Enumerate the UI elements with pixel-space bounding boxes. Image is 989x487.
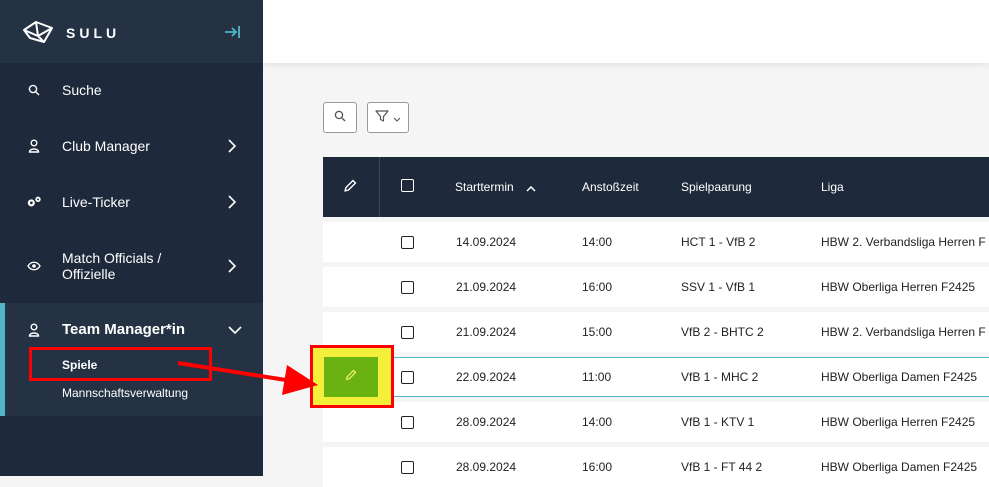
table-row[interactable]: 14.09.2024 14:00 HCT 1 - VfB 2 HBW 2. Ve… xyxy=(323,222,989,262)
row-checkbox[interactable] xyxy=(401,326,414,339)
cell-starttermin: 22.09.2024 xyxy=(456,370,517,384)
sidebar-item-label: Live-Ticker xyxy=(62,194,130,210)
cell-anstosszeit: 11:00 xyxy=(582,370,612,384)
cell-spielpaarung: VfB 1 - FT 44 2 xyxy=(681,460,763,474)
collapse-sidebar-icon[interactable] xyxy=(223,23,241,44)
cell-anstosszeit: 14:00 xyxy=(582,235,613,249)
eye-icon xyxy=(26,258,42,274)
table-row[interactable]: 28.09.2024 14:00 VfB 1 - KTV 1 HBW Oberl… xyxy=(323,402,989,442)
search-button[interactable] xyxy=(323,102,357,133)
cell-liga: HBW 2. Verbandsliga Herren F xyxy=(821,235,986,249)
cell-liga: HBW 2. Verbandsliga Herren F xyxy=(821,325,986,339)
row-checkbox[interactable] xyxy=(401,416,414,429)
cell-anstosszeit: 15:00 xyxy=(582,325,613,339)
select-all-checkbox[interactable] xyxy=(401,179,414,192)
cell-anstosszeit: 16:00 xyxy=(582,460,613,474)
cell-starttermin: 21.09.2024 xyxy=(456,280,517,294)
sidebar-item-label: Team Manager*in xyxy=(62,321,186,338)
chevron-right-icon xyxy=(228,258,238,274)
chevron-down-icon xyxy=(393,109,401,127)
column-header-spielpaarung[interactable]: Spielpaarung xyxy=(681,179,752,195)
cell-spielpaarung: VfB 1 - MHC 2 xyxy=(681,370,759,384)
row-checkbox[interactable] xyxy=(401,236,414,249)
app-name: SULU xyxy=(66,25,121,41)
search-icon xyxy=(26,82,42,98)
logo-bar: SULU xyxy=(0,0,263,63)
table-row-hovered[interactable]: 22.09.2024 11:00 VfB 1 - MHC 2 HBW Oberl… xyxy=(323,357,989,397)
column-header-starttermin[interactable]: Starttermin xyxy=(455,179,536,196)
sidebar-item-live-ticker[interactable]: Live-Ticker xyxy=(0,182,263,222)
cell-anstosszeit: 16:00 xyxy=(582,280,613,294)
cell-liga: HBW Oberliga Herren F2425 xyxy=(821,280,976,294)
user-icon xyxy=(26,138,42,154)
table-row[interactable]: 21.09.2024 15:00 VfB 2 - BHTC 2 HBW 2. V… xyxy=(323,312,989,352)
table-header: Starttermin Anstoßzeit Spielpaarung Liga xyxy=(323,157,989,217)
header-separator xyxy=(379,157,380,217)
cell-anstosszeit: 14:00 xyxy=(582,415,613,429)
row-checkbox[interactable] xyxy=(401,281,414,294)
annotation-box-edit xyxy=(310,345,394,408)
chevron-right-icon xyxy=(228,138,238,154)
cell-liga: HBW Oberliga Damen F2425 xyxy=(821,460,978,474)
pencil-icon xyxy=(343,179,357,196)
sidebar-item-label: Suche xyxy=(62,82,102,98)
chevron-down-icon xyxy=(228,322,242,338)
sidebar-item-suche[interactable]: Suche xyxy=(0,70,263,110)
gears-icon xyxy=(26,194,42,210)
annotation-box-spiele xyxy=(29,347,212,381)
cell-starttermin: 28.09.2024 xyxy=(456,460,517,474)
sidebar-subitem-mannschaftsverwaltung[interactable]: Mannschaftsverwaltung xyxy=(62,386,188,400)
cell-liga: HBW Oberliga Damen F2425 xyxy=(821,370,978,384)
table-row[interactable]: 21.09.2024 16:00 SSV 1 - VfB 1 HBW Oberl… xyxy=(323,267,989,307)
cell-spielpaarung: HCT 1 - VfB 2 xyxy=(681,235,756,249)
column-header-anstosszeit[interactable]: Anstoßzeit xyxy=(582,179,639,195)
table-row[interactable]: 28.09.2024 16:00 VfB 1 - FT 44 2 HBW Obe… xyxy=(323,447,989,487)
cell-spielpaarung: VfB 2 - BHTC 2 xyxy=(681,325,764,339)
filter-button[interactable] xyxy=(367,102,409,133)
sidebar-item-label: Club Manager xyxy=(62,138,150,154)
cell-liga: HBW Oberliga Herren F2425 xyxy=(821,415,976,429)
column-header-liga[interactable]: Liga xyxy=(821,179,844,195)
sulu-logo-icon xyxy=(22,20,54,49)
cell-starttermin: 28.09.2024 xyxy=(456,415,517,429)
user-icon xyxy=(26,322,42,338)
cell-starttermin: 14.09.2024 xyxy=(456,235,517,249)
top-bar xyxy=(263,0,989,63)
row-checkbox[interactable] xyxy=(401,371,414,384)
cell-starttermin: 21.09.2024 xyxy=(456,325,517,339)
row-checkbox[interactable] xyxy=(401,461,414,474)
cell-spielpaarung: VfB 1 - KTV 1 xyxy=(681,415,755,429)
chevron-right-icon xyxy=(228,194,238,210)
sidebar-item-label: Match Officials / Offizielle xyxy=(62,250,162,282)
sidebar-item-match-officials[interactable]: Match Officials / Offizielle xyxy=(0,246,263,286)
sidebar-item-team-manager[interactable]: Team Manager*in xyxy=(0,310,263,350)
cell-spielpaarung: SSV 1 - VfB 1 xyxy=(681,280,756,294)
search-icon xyxy=(334,109,346,127)
sidebar-item-club-manager[interactable]: Club Manager xyxy=(0,126,263,166)
sort-ascending-icon xyxy=(526,180,536,196)
filter-icon xyxy=(375,109,389,127)
